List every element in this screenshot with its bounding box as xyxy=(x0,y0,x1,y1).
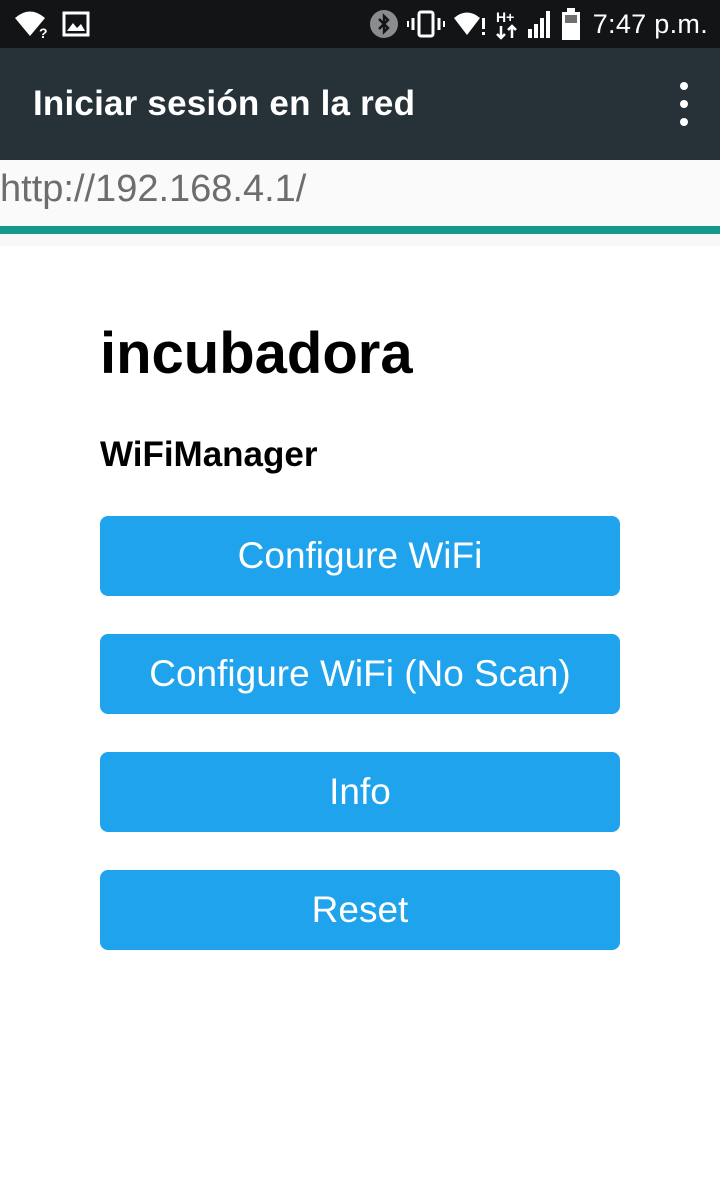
more-vertical-icon[interactable] xyxy=(668,82,700,126)
status-bar-notifications: ? xyxy=(14,8,90,40)
configure-wifi-button[interactable]: Configure WiFi xyxy=(100,516,620,596)
svg-text:?: ? xyxy=(39,25,48,39)
wifi-question-icon: ? xyxy=(14,9,50,39)
info-button[interactable]: Info xyxy=(100,752,620,832)
app-bar-title: Iniciar sesión en la red xyxy=(33,84,416,123)
url-text: http://192.168.4.1/ xyxy=(0,168,307,210)
status-bar: ? H+ 7:47 p.m. xyxy=(0,0,720,48)
progress-bar xyxy=(0,226,720,234)
status-bar-system: H+ 7:47 p.m. xyxy=(369,6,708,42)
status-time: 7:47 p.m. xyxy=(592,8,708,39)
wifi-alert-icon xyxy=(453,10,487,38)
divider xyxy=(0,234,720,246)
page-title: incubadora xyxy=(100,321,413,386)
configure-wifi-no-scan-button[interactable]: Configure WiFi (No Scan) xyxy=(100,634,620,714)
battery-icon xyxy=(561,7,581,41)
hplus-data-icon: H+ xyxy=(495,8,519,40)
menu-dot xyxy=(680,100,688,108)
app-bar: Iniciar sesión en la red xyxy=(0,48,720,160)
menu-dot xyxy=(680,82,688,90)
bluetooth-icon xyxy=(369,9,399,39)
page-subtitle: WiFiManager xyxy=(100,435,318,474)
progress-fill xyxy=(0,226,720,234)
menu-dot xyxy=(680,118,688,126)
image-notification-icon xyxy=(62,11,90,37)
url-bar: http://192.168.4.1/ xyxy=(0,160,720,226)
vibrate-icon xyxy=(406,9,445,39)
reset-button[interactable]: Reset xyxy=(100,870,620,950)
data-type-label: H+ xyxy=(496,9,514,25)
signal-icon xyxy=(527,9,553,39)
